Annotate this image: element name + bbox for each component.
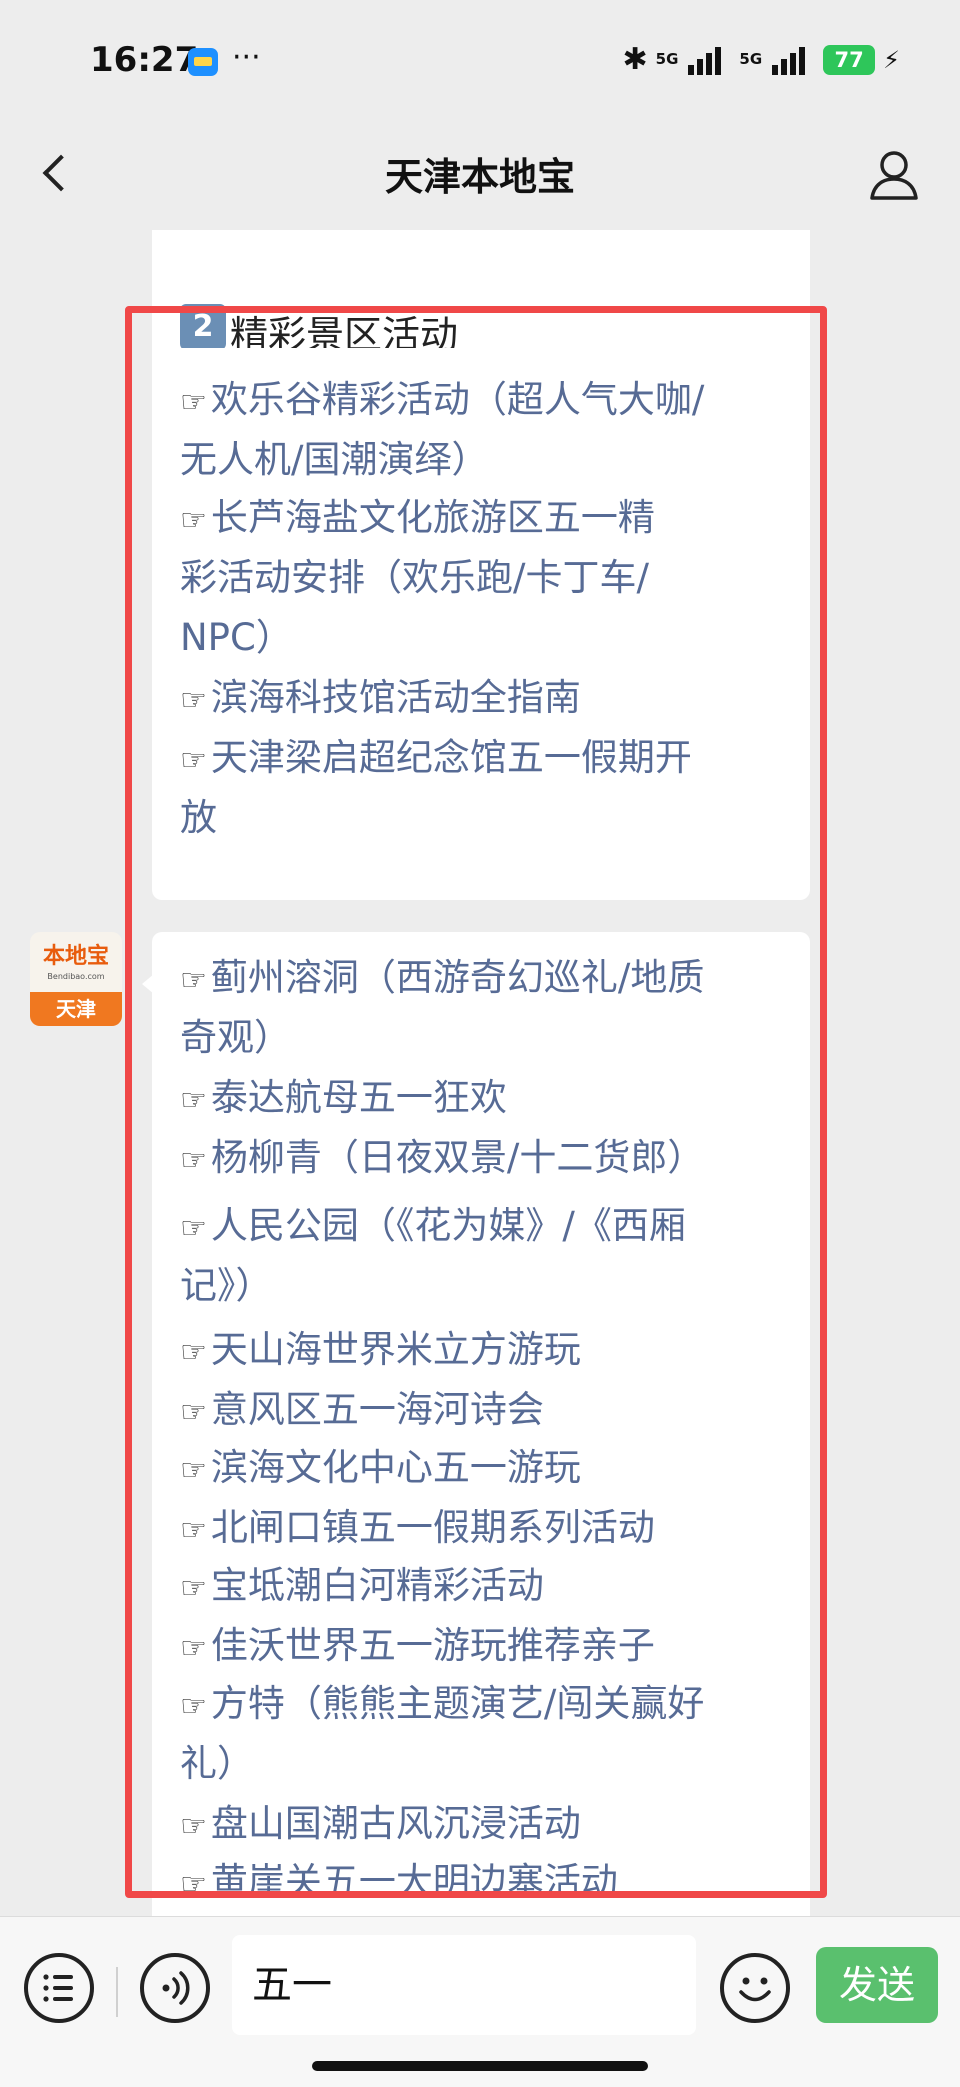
section-heading: 2 精彩景区活动 (180, 304, 458, 348)
send-button[interactable]: 发送 (816, 1947, 938, 2023)
pointing-hand-icon: ☞ (180, 1453, 207, 1488)
signal-icon-1 (688, 45, 722, 75)
activity-link-text: 欢乐谷精彩活动（超人气大咖/ (210, 378, 705, 421)
pointing-hand-icon: ☞ (180, 1867, 207, 1902)
status-bar: 16:27 ··· ✱ 5G 5G 77 ⚡ (0, 0, 960, 120)
activity-link-text: 无人机/国潮演绎） (180, 438, 489, 481)
page-title: 天津本地宝 (384, 155, 575, 199)
status-time: 16:27 (90, 40, 199, 80)
status-indicators: ✱ 5G 5G 77 ⚡ (623, 42, 901, 77)
activity-link-line[interactable]: ☞ 意风区五一海河诗会 (180, 1380, 544, 1443)
activity-link-line[interactable]: ☞ 泰达航母五一狂欢 (180, 1068, 507, 1131)
activity-link-text: 意风区五一海河诗会 (210, 1388, 544, 1431)
activity-link-line[interactable]: ☞ 北闸口镇五一假期系列活动 (180, 1498, 655, 1561)
divider (116, 1967, 118, 2017)
network-label-2: 5G (739, 50, 763, 68)
more-notifications-icon: ··· (232, 40, 261, 75)
activity-link-text: 长芦海盐文化旅游区五一精 (210, 496, 655, 539)
pointing-hand-icon: ☞ (180, 1689, 207, 1724)
activity-link-text: 放 (180, 796, 217, 839)
activity-link-line[interactable]: ☞ 滨海科技馆活动全指南 (180, 668, 581, 731)
activity-link-line[interactable]: ☞ 天山海世界米立方游玩 (180, 1320, 581, 1383)
activity-link-text: 盘山国潮古风沉浸活动 (210, 1802, 581, 1845)
bubble-tail (142, 974, 154, 994)
battery-icon: 77 (823, 44, 876, 75)
list-menu-icon[interactable] (24, 1953, 94, 2023)
pointing-hand-icon: ☞ (180, 963, 207, 998)
nav-bar: 天津本地宝 (0, 120, 960, 230)
activity-link-line[interactable]: ☞ 宝坻潮白河精彩活动 (180, 1556, 544, 1619)
avatar-city: 天津 (30, 992, 122, 1026)
number-badge: 2 (180, 304, 226, 348)
activity-link-text: 滨海科技馆活动全指南 (210, 676, 581, 719)
signal-icon-2 (772, 45, 806, 75)
pointing-hand-icon: ☞ (180, 1571, 207, 1606)
avatar-brand: 本地宝 (42, 943, 109, 969)
activity-link-line[interactable]: ☞ 蓟州溶洞（西游奇幻巡礼/地质 (180, 948, 704, 1011)
activity-link-text: 蓟州溶洞（西游奇幻巡礼/地质 (210, 956, 705, 999)
activity-link-text: 北闸口镇五一假期系列活动 (210, 1506, 655, 1549)
voice-icon[interactable] (140, 1953, 210, 2023)
pointing-hand-icon: ☞ (180, 1211, 207, 1246)
activity-link-line[interactable]: ☞ 佳沃世界五一游玩推荐亲子 (180, 1616, 655, 1679)
charging-icon: ⚡ (883, 45, 900, 74)
activity-link-text: 天山海世界米立方游玩 (210, 1328, 581, 1371)
pointing-hand-icon: ☞ (180, 503, 207, 538)
activity-link-text: NPC） (180, 616, 293, 659)
activity-link-line[interactable]: ☞ 方特（熊熊主题演艺/闯关赢好 (180, 1674, 704, 1737)
network-label-1: 5G (655, 50, 679, 68)
avatar-site: Bendibao.com (47, 972, 105, 981)
pointing-hand-icon: ☞ (180, 1143, 207, 1178)
activity-link-text: 宝坻潮白河精彩活动 (210, 1564, 544, 1607)
pointing-hand-icon: ☞ (180, 1395, 207, 1430)
activity-link-text: 天津梁启超纪念馆五一假期开 (210, 736, 692, 779)
user-icon[interactable] (868, 148, 920, 202)
activity-link-line[interactable]: ☞ 人民公园（《花为媒》/《西厢 (180, 1196, 686, 1259)
pointing-hand-icon: ☞ (180, 1335, 207, 1370)
pointing-hand-icon: ☞ (180, 743, 207, 778)
activity-link-line[interactable]: 奇观） (180, 1008, 291, 1068)
activity-link-line[interactable]: ☞ 黄崖关五一大明边塞活动 (180, 1852, 618, 1915)
activity-link-text: 方特（熊熊主题演艺/闯关赢好 (210, 1682, 705, 1725)
activity-link-line[interactable]: 放 (180, 788, 217, 848)
message-input[interactable]: 五一 (232, 1935, 696, 2035)
pointing-hand-icon: ☞ (180, 1513, 207, 1548)
activity-link-text: 人民公园（《花为媒》/《西厢 (210, 1204, 686, 1247)
activity-link-text: 泰达航母五一狂欢 (210, 1076, 507, 1119)
pointing-hand-icon: ☞ (180, 1631, 207, 1666)
activity-link-line[interactable]: 无人机/国潮演绎） (180, 430, 488, 490)
activity-link-line[interactable]: 彩活动安排（欢乐跑/卡丁车/ (180, 548, 649, 608)
pointing-hand-icon: ☞ (180, 1083, 207, 1118)
activity-link-text: 佳沃世界五一游玩推荐亲子 (210, 1624, 655, 1667)
pointing-hand-icon: ☞ (180, 1809, 207, 1844)
bluetooth-icon: ✱ (622, 42, 648, 77)
activity-link-line[interactable]: 礼） (180, 1734, 254, 1794)
activity-link-line[interactable]: NPC） (180, 608, 293, 668)
activity-link-line[interactable]: ☞ 滨海文化中心五一游玩 (180, 1438, 581, 1501)
activity-link-line[interactable]: ☞ 长芦海盐文化旅游区五一精 (180, 488, 655, 551)
activity-link-text: 滨海文化中心五一游玩 (210, 1446, 581, 1489)
activity-link-line[interactable]: ☞ 盘山国潮古风沉浸活动 (180, 1794, 581, 1857)
input-bar: 五一 发送 (0, 1916, 960, 2087)
activity-link-text: 记》） (180, 1264, 273, 1307)
activity-link-text: 黄崖关五一大明边塞活动 (210, 1860, 618, 1903)
pointing-hand-icon: ☞ (180, 683, 207, 718)
activity-link-text: 彩活动安排（欢乐跑/卡丁车/ (180, 556, 649, 599)
home-indicator (312, 2061, 648, 2071)
emoji-icon[interactable] (720, 1953, 790, 2023)
pointing-hand-icon: ☞ (180, 385, 207, 420)
activity-link-text: 奇观） (180, 1016, 291, 1059)
activity-link-line[interactable]: 记》） (180, 1256, 273, 1316)
section-heading-text: 精彩景区活动 (230, 313, 459, 348)
avatar[interactable]: 本地宝 Bendibao.com 天津 (30, 932, 122, 1026)
wallet-icon (188, 48, 218, 76)
activity-link-text: 杨柳青（日夜双景/十二货郎） (210, 1136, 705, 1179)
activity-link-line[interactable]: ☞ 杨柳青（日夜双景/十二货郎） (180, 1128, 704, 1191)
activity-link-line[interactable]: ☞ 欢乐谷精彩活动（超人气大咖/ (180, 370, 704, 433)
chat-area[interactable]: 本地宝 Bendibao.com 天津 2 精彩景区活动 ☞ 欢乐谷精彩活动（超人气… (0, 230, 960, 1916)
activity-link-text: 礼） (180, 1742, 254, 1785)
activity-link-line[interactable]: ☞ 天津梁启超纪念馆五一假期开 (180, 728, 692, 791)
